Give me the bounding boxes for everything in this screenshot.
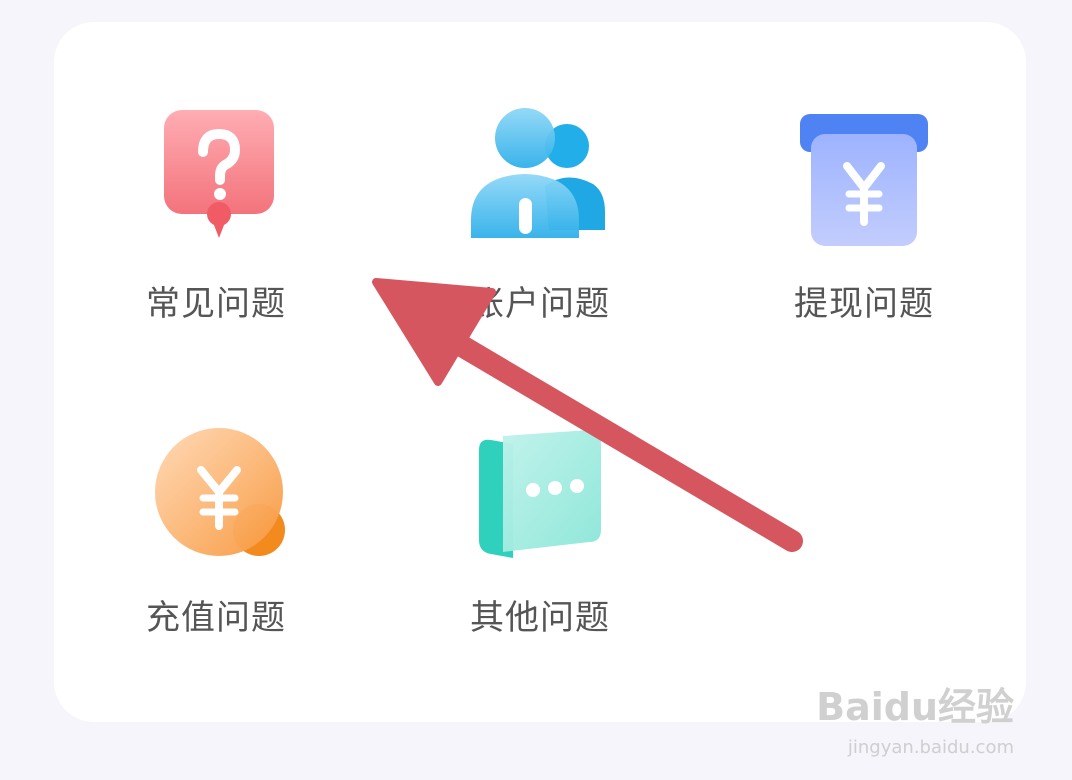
category-label: 提现问题 xyxy=(794,284,934,324)
category-label: 其他问题 xyxy=(470,598,610,638)
watermark-url: jingyan.baidu.com xyxy=(847,737,1014,758)
watermark-brand: Baidu经验 xyxy=(816,685,1014,729)
category-other-questions[interactable]: 其他问题 xyxy=(415,422,665,682)
question-bubble-icon xyxy=(141,108,291,258)
withdraw-icon xyxy=(789,108,939,258)
category-label: 充值问题 xyxy=(146,598,286,638)
category-label: 账户问题 xyxy=(470,284,610,324)
baidu-watermark: Baidu经验 jingyan.baidu.com xyxy=(816,676,1014,758)
category-common-questions[interactable]: 常见问题 xyxy=(91,108,341,368)
category-label: 常见问题 xyxy=(146,284,286,324)
chat-book-icon xyxy=(465,422,615,572)
users-icon xyxy=(465,108,615,258)
help-category-card: 常见问题 账户问题 提现问题 充值问题 其他问题 xyxy=(54,22,1026,722)
category-recharge-questions[interactable]: 充值问题 xyxy=(91,422,341,682)
category-account-questions[interactable]: 账户问题 xyxy=(415,108,665,368)
category-withdraw-questions[interactable]: 提现问题 xyxy=(739,108,989,368)
recharge-coin-icon xyxy=(141,422,291,572)
